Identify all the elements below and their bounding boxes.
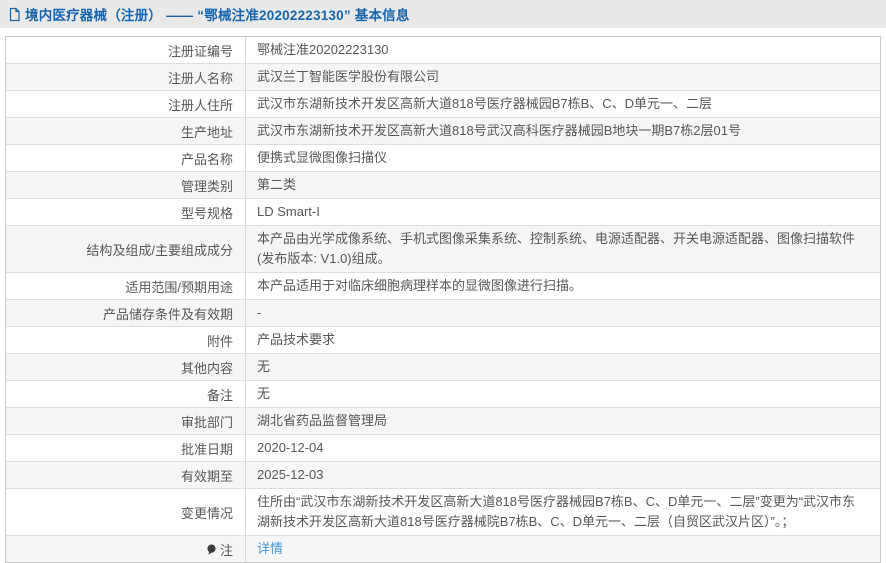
page-title: 境内医疗器械（注册） —— “鄂械注准20202223130” 基本信息 (25, 8, 410, 23)
field-value: 武汉兰丁智能医学股份有限公司 (257, 69, 440, 84)
row-label: 注册人名称 (6, 64, 246, 90)
row-structure-composition: 结构及组成/主要组成成分 本产品由光学成像系统、手机式图像采集系统、控制系统、电… (6, 226, 880, 273)
field-value: 武汉市东湖新技术开发区高新大道818号武汉高科医疗器械园B地块一期B7栋2层01… (257, 123, 741, 138)
field-value: 2025-12-03 (257, 467, 324, 482)
row-registration-number: 注册证编号 鄂械注准20202223130 (6, 37, 880, 64)
row-management-category: 管理类别 第二类 (6, 172, 880, 199)
field-value: 武汉市东湖新技术开发区高新大道818号医疗器械园B7栋B、C、D单元一、二层 (257, 96, 713, 111)
row-label: 注册证编号 (6, 37, 246, 63)
field-value: 本产品由光学成像系统、手机式图像采集系统、控制系统、电源适配器、开关电源适配器、… (257, 231, 856, 266)
field-value: 住所由“武汉市东湖新技术开发区高新大道818号医疗器械园B7栋B、C、D单元一、… (257, 494, 856, 529)
row-registrant-address: 注册人住所 武汉市东湖新技术开发区高新大道818号医疗器械园B7栋B、C、D单元… (6, 91, 880, 118)
row-storage-validity: 产品储存条件及有效期 - (6, 300, 880, 327)
row-label: 管理类别 (6, 172, 246, 198)
row-product-name: 产品名称 便携式显微图像扫描仪 (6, 145, 880, 172)
field-value: 无 (257, 359, 271, 374)
field-value: 产品技术要求 (257, 332, 336, 347)
row-label: 有效期至 (6, 462, 246, 488)
row-approval-department: 审批部门 湖北省药品监督管理局 (6, 408, 880, 435)
row-label: 批准日期 (6, 435, 246, 461)
row-label: 产品名称 (6, 145, 246, 171)
registration-info-table: 注册证编号 鄂械注准20202223130 注册人名称 武汉兰丁智能医学股份有限… (5, 36, 881, 563)
speech-balloon-icon (206, 544, 217, 556)
row-label: 产品储存条件及有效期 (6, 300, 246, 326)
row-label: 备注 (6, 381, 246, 407)
details-link[interactable]: 详情 (257, 539, 283, 559)
row-remarks: 备注 无 (6, 381, 880, 408)
row-attachment: 附件 产品技术要求 (6, 327, 880, 354)
field-value: 鄂械注准20202223130 (257, 42, 389, 57)
title-bar: 境内医疗器械（注册） —— “鄂械注准20202223130” 基本信息 (0, 0, 886, 28)
field-value: - (257, 305, 262, 320)
document-icon (8, 7, 21, 22)
row-valid-until: 有效期至 2025-12-03 (6, 462, 880, 489)
row-label: 注 (219, 542, 233, 558)
row-production-address: 生产地址 武汉市东湖新技术开发区高新大道818号武汉高科医疗器械园B地块一期B7… (6, 118, 880, 145)
row-label: 审批部门 (6, 408, 246, 434)
field-value: 便携式显微图像扫描仪 (257, 150, 388, 165)
row-model-spec: 型号规格 LD Smart-I (6, 199, 880, 226)
field-value: 无 (257, 386, 271, 401)
field-value: 本产品适用于对临床细胞病理样本的显微图像进行扫描。 (257, 278, 583, 293)
row-label: 注册人住所 (6, 91, 246, 117)
row-label: 附件 (6, 327, 246, 353)
row-change-status: 变更情况 住所由“武汉市东湖新技术开发区高新大道818号医疗器械园B7栋B、C、… (6, 489, 880, 536)
field-value: 2020-12-04 (257, 440, 324, 455)
row-registrant-name: 注册人名称 武汉兰丁智能医学股份有限公司 (6, 64, 880, 91)
row-label: 生产地址 (6, 118, 246, 144)
row-label: 结构及组成/主要组成成分 (6, 226, 246, 272)
row-other-content: 其他内容 无 (6, 354, 880, 381)
field-value: 湖北省药品监督管理局 (257, 413, 388, 428)
row-label: 型号规格 (6, 199, 246, 225)
row-intended-use: 适用范围/预期用途 本产品适用于对临床细胞病理样本的显微图像进行扫描。 (6, 273, 880, 300)
field-value: LD Smart-I (257, 204, 320, 219)
row-label: 其他内容 (6, 354, 246, 380)
row-label: 变更情况 (6, 489, 246, 535)
row-approval-date: 批准日期 2020-12-04 (6, 435, 880, 462)
row-note: 注 详情 (6, 536, 880, 562)
field-value: 第二类 (257, 177, 297, 192)
row-label: 适用范围/预期用途 (6, 273, 246, 299)
